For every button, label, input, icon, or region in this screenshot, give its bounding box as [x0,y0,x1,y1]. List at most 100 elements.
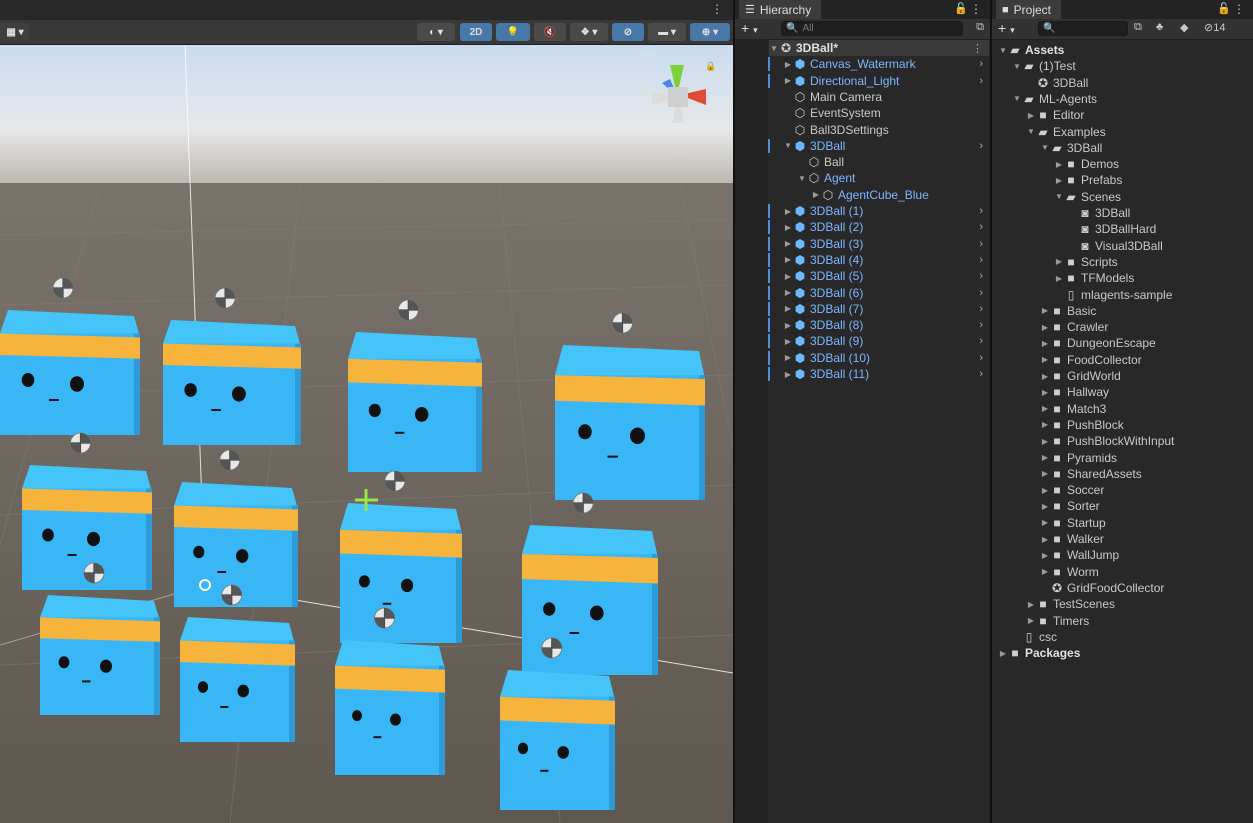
expand-arrow-right-icon[interactable]: ▶ [1054,160,1064,169]
expand-arrow-right-icon[interactable]: ▶ [1040,535,1050,544]
project-item[interactable]: ▶ ■ Packages [998,645,1080,661]
project-item[interactable]: ✪ 3DBall [1026,75,1088,91]
scene-visibility-button[interactable]: ⊘ [612,23,644,41]
expand-arrow-right-icon[interactable]: ▶ [1040,486,1050,495]
expand-arrow-right-icon[interactable]: ▶ [1040,372,1050,381]
2d-toggle-button[interactable]: 2D [460,23,492,41]
hierarchy-item[interactable]: ▼ ⬢ 3DBall › [783,138,989,154]
expand-arrow-right-icon[interactable]: ▶ [783,60,793,69]
hierarchy-item[interactable]: ▶ ⬢ 3DBall (11) › [783,366,989,382]
open-prefab-chevron-icon[interactable]: › [979,335,983,347]
hierarchy-item[interactable]: ⬡ Main Camera [783,89,989,105]
expand-arrow-right-icon[interactable]: ▶ [783,223,793,232]
hierarchy-item[interactable]: ⬡ EventSystem [783,105,989,121]
expand-arrow-right-icon[interactable]: ▶ [783,288,793,297]
project-item[interactable]: ▶ ■ Walker [1040,531,1104,547]
project-item[interactable]: ▼ ▰ Assets [998,42,1064,58]
project-item[interactable]: ▯ csc [1012,629,1057,645]
ball[interactable] [572,492,594,514]
project-item[interactable]: ▼ ▰ Examples [1026,124,1106,140]
expand-arrow-right-icon[interactable]: ▶ [1040,567,1050,576]
expand-arrow-right-icon[interactable]: ▶ [783,76,793,85]
expand-arrow-down-icon[interactable]: ▼ [1040,143,1050,152]
agent-cube[interactable] [0,310,140,435]
ball[interactable] [52,277,74,299]
expand-arrow-down-icon[interactable]: ▼ [1012,62,1022,71]
expand-arrow-right-icon[interactable]: ▶ [1040,306,1050,315]
expand-arrow-right-icon[interactable]: ▶ [783,353,793,362]
open-prefab-chevron-icon[interactable]: › [979,270,983,282]
ball[interactable] [83,562,105,584]
open-prefab-chevron-icon[interactable]: › [979,205,983,217]
lock-icon[interactable]: 🔓 [954,2,968,15]
expand-arrow-right-icon[interactable]: ▶ [1040,502,1050,511]
project-item[interactable]: ▼ ▰ 3DBall [1040,140,1102,156]
filter-by-type-icon[interactable]: ♣ [1156,21,1163,33]
expand-arrow-right-icon[interactable]: ▶ [1040,355,1050,364]
project-item[interactable]: ▶ ■ PushBlock [1040,417,1124,433]
more-options-icon[interactable]: ⋮ [711,2,723,16]
project-item[interactable]: ◙ 3DBall [1068,205,1130,221]
more-options-icon[interactable]: ⋮ [970,2,982,16]
gizmos-dropdown-button[interactable]: ⊕ ▾ [690,23,730,41]
expand-arrow-down-icon[interactable]: ▼ [1012,94,1022,103]
hierarchy-tab[interactable]: ☰ Hierarchy [739,0,822,19]
hierarchy-item[interactable]: ▶ ⬢ 3DBall (9) › [783,333,989,349]
scene-root-item[interactable]: ▼ ✪ 3DBall* ⋮ [769,40,989,56]
agent-cube[interactable] [555,345,705,500]
open-prefab-chevron-icon[interactable]: › [979,254,983,266]
project-item[interactable]: ▼ ▰ ML-Agents [1012,91,1097,107]
ball[interactable] [374,607,395,629]
ball[interactable] [397,299,419,321]
agent-cube[interactable] [40,595,160,715]
expand-arrow-right-icon[interactable]: ▶ [1040,339,1050,348]
hierarchy-item[interactable]: ⬡ Ball [797,154,989,170]
expand-arrow-right-icon[interactable]: ▶ [1040,518,1050,527]
scene-picker-icon[interactable]: ⧉ [976,21,984,34]
hierarchy-item[interactable]: ▶ ⬢ Directional_Light › [783,73,989,89]
project-item[interactable]: ▶ ■ Sorter [1040,498,1100,514]
expand-arrow-right-icon[interactable]: ▶ [1040,388,1050,397]
open-prefab-chevron-icon[interactable]: › [979,287,983,299]
open-prefab-chevron-icon[interactable]: › [979,58,983,70]
project-item[interactable]: ◙ Visual3DBall [1068,238,1162,254]
project-item[interactable]: ▶ ■ TFModels [1054,270,1134,286]
project-item[interactable]: ▶ ■ Scripts [1054,254,1118,270]
hierarchy-item[interactable]: ▼ ⬡ Agent [797,170,989,186]
project-item[interactable]: ▯ mlagents-sample [1054,287,1173,303]
expand-arrow-right-icon[interactable]: ▶ [1026,600,1036,609]
scene-view[interactable]: ⋮ ▦ ▾ ◐ ▾ 2D 💡 🔇 ❖ ▾ ⊘ ▬ ▾ ⊕ ▾ 🔒 < Persp [0,0,733,823]
expand-arrow-down-icon[interactable]: ▼ [1054,192,1064,201]
ball[interactable] [214,287,236,309]
agent-cube[interactable] [500,670,615,810]
expand-arrow-right-icon[interactable]: ▶ [783,321,793,330]
project-item[interactable]: ▶ ■ Startup [1040,515,1106,531]
ball[interactable] [612,312,633,334]
hierarchy-search-input[interactable]: 🔍 All [781,21,963,36]
expand-arrow-right-icon[interactable]: ▶ [1040,551,1050,560]
scene-viewport[interactable]: 🔒 < Persp [0,45,733,823]
hierarchy-item[interactable]: ⬡ Ball3DSettings [783,122,989,138]
open-prefab-chevron-icon[interactable]: › [979,352,983,364]
project-item[interactable]: ▶ ■ TestScenes [1026,596,1115,612]
hierarchy-item[interactable]: ▶ ⬢ 3DBall (1) › [783,203,989,219]
open-prefab-chevron-icon[interactable]: › [979,221,983,233]
hierarchy-item[interactable]: ▶ ⬡ AgentCube_Blue [811,187,989,203]
project-tab[interactable]: ■ Project [996,0,1062,19]
audio-toggle-button[interactable]: 🔇 [534,23,566,41]
expand-arrow-right-icon[interactable]: ▶ [1040,437,1050,446]
project-item[interactable]: ✪ GridFoodCollector [1040,580,1164,596]
agent-cube[interactable] [163,320,301,445]
expand-arrow-right-icon[interactable]: ▶ [1040,404,1050,413]
search-by-type-icon[interactable]: ⧉ [1134,21,1142,34]
hierarchy-item[interactable]: ▶ ⬢ 3DBall (4) › [783,252,989,268]
ball[interactable] [219,449,241,471]
expand-arrow-right-icon[interactable]: ▶ [783,207,793,216]
project-item[interactable]: ▶ ■ Soccer [1040,482,1104,498]
ball[interactable] [384,470,406,492]
expand-arrow-right-icon[interactable]: ▶ [783,337,793,346]
expand-arrow-down-icon[interactable]: ▼ [1026,127,1036,136]
open-prefab-chevron-icon[interactable]: › [979,238,983,250]
ball[interactable] [221,584,243,606]
expand-arrow-down-icon[interactable]: ▼ [769,44,779,53]
